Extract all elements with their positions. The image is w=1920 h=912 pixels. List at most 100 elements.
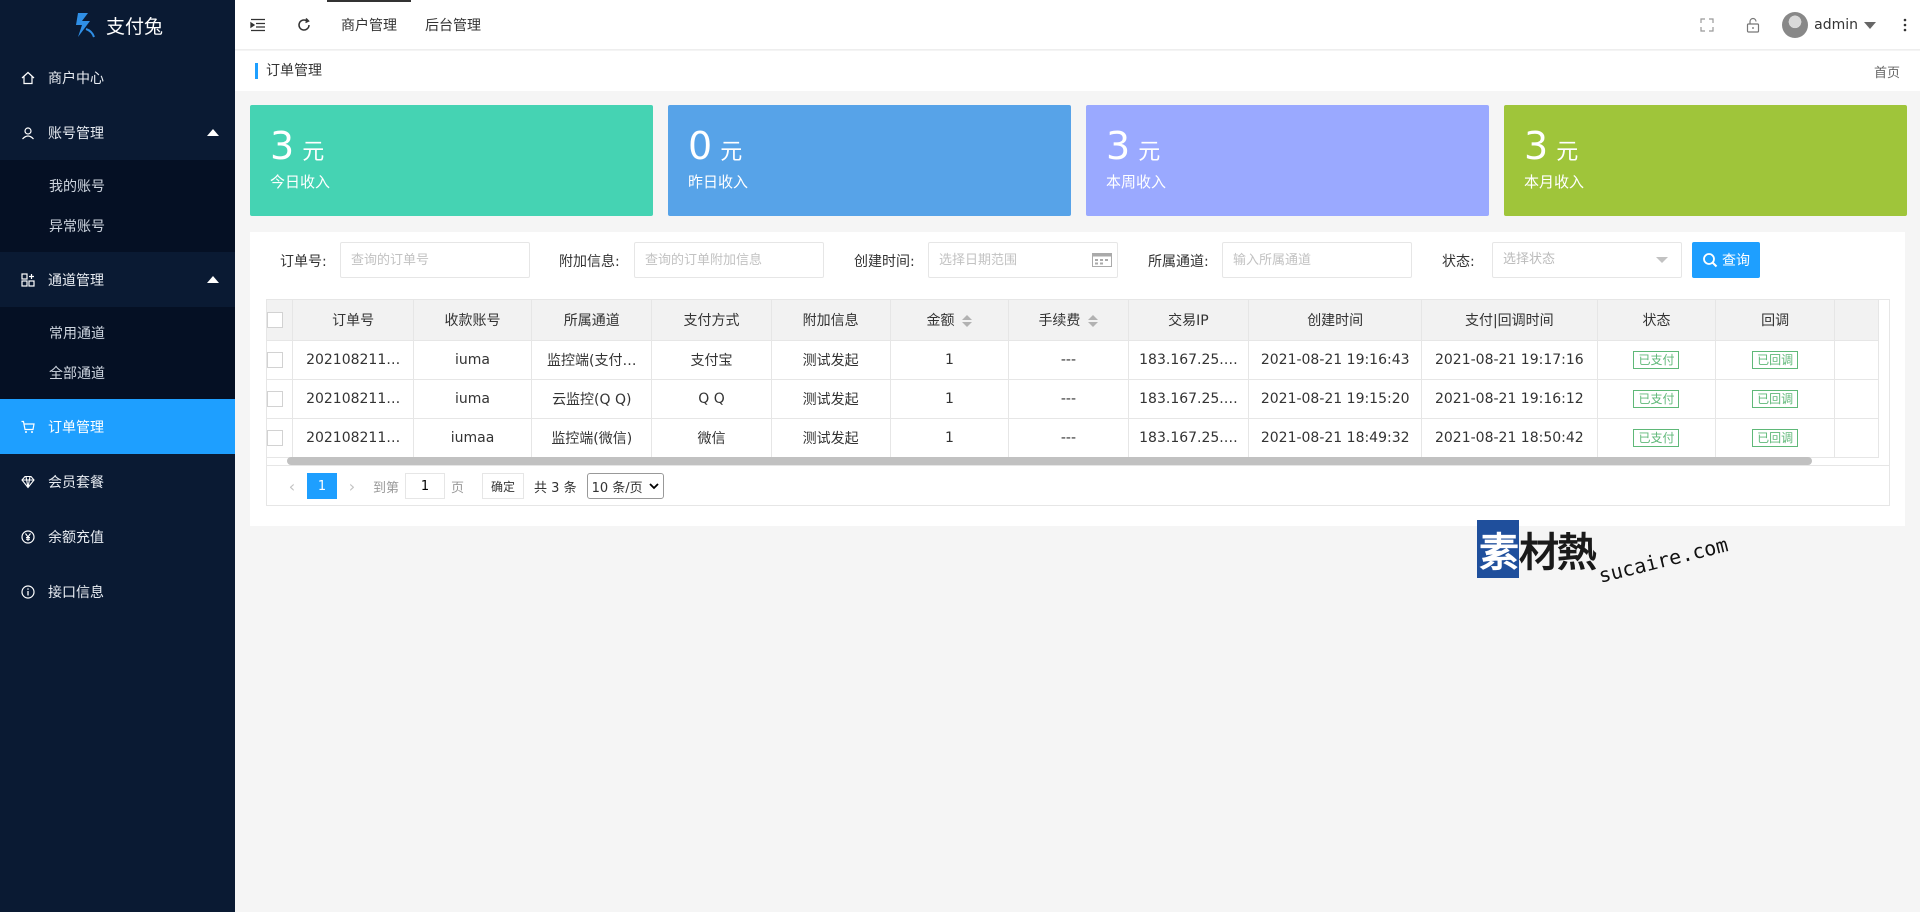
sidebar-item-recharge[interactable]: 余额充值 — [0, 509, 235, 564]
app-logo[interactable]: 支付兔 — [0, 0, 235, 50]
cell-ip: 183.167.25.… — [1128, 340, 1250, 380]
home-link[interactable]: 首页 — [1874, 62, 1900, 81]
sort-icon[interactable] — [962, 314, 973, 327]
user-menu[interactable]: admin — [1776, 0, 1890, 50]
horizontal-scrollbar[interactable] — [287, 457, 1812, 465]
sidebar-item-order-management[interactable]: 订单管理 — [0, 399, 235, 454]
column-header-amount[interactable]: 金额 — [890, 300, 1010, 341]
cell-status: 已支付 — [1597, 379, 1717, 419]
cell-spacer — [1834, 379, 1879, 419]
stat-label: 今日收入 — [270, 173, 331, 191]
sidebar-item-label: 订单管理 — [48, 419, 104, 436]
fullscreen-button[interactable] — [1684, 0, 1730, 50]
status-select[interactable]: 选择状态 — [1492, 242, 1682, 278]
cell-order-no: 202108211… — [292, 379, 414, 419]
next-page-icon[interactable]: › — [337, 473, 367, 499]
created-time-label: 创建时间: — [854, 254, 915, 270]
row-select-cell[interactable] — [267, 340, 294, 380]
chevron-down-icon — [1656, 257, 1668, 263]
cell-account: iuma — [413, 340, 533, 380]
stat-card-week: 3元 本周收入 — [1086, 105, 1489, 216]
goto-page-input[interactable] — [405, 473, 446, 499]
search-button-label: 查询 — [1722, 253, 1750, 269]
extra-info-input[interactable] — [634, 242, 824, 278]
table-row[interactable]: 202108211… iuma 云监控(Q Q) Q Q 测试发起 1 --- … — [267, 379, 1879, 419]
stat-card-yesterday: 0元 昨日收入 — [668, 105, 1071, 216]
tab-backend-management[interactable]: 后台管理 — [411, 0, 495, 50]
user-icon — [20, 125, 36, 141]
cell-status: 已支付 — [1597, 418, 1717, 458]
cell-method: 支付宝 — [651, 340, 772, 380]
cell-order-no: 202108211… — [292, 340, 414, 380]
sidebar: 支付兔 商户中心 账号管理 我的账号 异常账号 通道管理 常用通道 全部通道 订… — [0, 0, 235, 912]
status-label: 状态: — [1442, 254, 1475, 270]
select-all-cell[interactable] — [267, 300, 294, 341]
sidebar-item-all-channels[interactable]: 全部通道 — [0, 353, 235, 393]
goto-confirm-button[interactable]: 确定 — [482, 473, 525, 499]
more-menu-button[interactable] — [1890, 0, 1920, 50]
cell-fee: --- — [1008, 418, 1129, 458]
page-current[interactable]: 1 — [307, 473, 337, 499]
row-checkbox[interactable] — [267, 390, 283, 407]
orders-panel: 订单号: 附加信息: 创建时间: 所属通道: 状态: 选择状态 查询 — [250, 232, 1905, 526]
stat-label: 本月收入 — [1524, 173, 1585, 191]
cell-status: 已支付 — [1597, 340, 1717, 380]
stat-card-month: 3元 本月收入 — [1504, 105, 1907, 216]
row-select-cell[interactable] — [267, 418, 294, 458]
sidebar-item-label: 商户中心 — [48, 70, 104, 87]
select-all-checkbox[interactable] — [267, 311, 283, 328]
tab-merchant-management[interactable]: 商户管理 — [327, 0, 411, 50]
channel-label: 所属通道: — [1148, 254, 1209, 270]
refresh-button[interactable] — [281, 0, 327, 50]
sidebar-item-merchant-center[interactable]: 商户中心 — [0, 50, 235, 105]
cell-method: Q Q — [651, 379, 772, 419]
date-range-input[interactable] — [928, 242, 1118, 278]
sidebar-item-membership[interactable]: 会员套餐 — [0, 454, 235, 509]
row-checkbox[interactable] — [267, 429, 283, 446]
page-suffix: 页 — [451, 480, 465, 496]
channel-input[interactable] — [1222, 242, 1412, 278]
sidebar-item-label: 通道管理 — [48, 272, 104, 289]
sidebar-item-my-account[interactable]: 我的账号 — [0, 166, 235, 206]
sort-icon[interactable] — [1088, 314, 1099, 327]
cell-channel: 监控端(支付… — [531, 340, 653, 380]
sidebar-item-label: 账号管理 — [48, 125, 104, 142]
stat-unit: 元 — [1138, 140, 1161, 165]
cell-created: 2021-08-21 18:49:32 — [1248, 418, 1423, 458]
collapse-sidebar-button[interactable] — [235, 0, 281, 50]
page-size-select[interactable]: 10 条/页 — [586, 473, 664, 499]
breadcrumb-current: 订单管理 — [255, 63, 322, 79]
lock-screen-button[interactable] — [1730, 0, 1776, 50]
column-header-fee[interactable]: 手续费 — [1008, 300, 1129, 341]
order-no-input[interactable] — [340, 242, 530, 278]
header-right: admin — [1684, 0, 1920, 50]
table-row[interactable]: 202108211… iuma 监控端(支付… 支付宝 测试发起 1 --- 1… — [267, 340, 1879, 380]
table-row[interactable]: 202108211… iumaa 监控端(微信) 微信 测试发起 1 --- 1… — [267, 418, 1879, 458]
cell-order-no: 202108211… — [292, 418, 414, 458]
extra-info-label: 附加信息: — [559, 254, 620, 270]
row-checkbox[interactable] — [267, 351, 283, 368]
sidebar-item-account-management[interactable]: 账号管理 — [0, 105, 235, 160]
stat-unit: 元 — [720, 140, 743, 165]
status-select-placeholder: 选择状态 — [1503, 252, 1556, 267]
row-select-cell[interactable] — [267, 379, 294, 419]
sidebar-item-abnormal-account[interactable]: 异常账号 — [0, 206, 235, 246]
prev-page-icon[interactable]: ‹ — [277, 473, 307, 499]
top-header: 商户管理 后台管理 admin — [235, 0, 1920, 50]
sidebar-item-channel-management[interactable]: 通道管理 — [0, 252, 235, 307]
cell-amount: 1 — [890, 340, 1010, 380]
breadcrumb: 订单管理 首页 — [235, 51, 1920, 91]
cell-amount: 1 — [890, 418, 1010, 458]
status-badge: 已支付 — [1633, 389, 1680, 408]
search-icon — [1703, 253, 1718, 268]
column-header: 支付|回调时间 — [1421, 300, 1598, 341]
sidebar-item-common-channels[interactable]: 常用通道 — [0, 313, 235, 353]
column-header: 收款账号 — [413, 300, 533, 341]
column-header: 创建时间 — [1248, 300, 1423, 341]
column-header: 订单号 — [292, 300, 414, 341]
yen-icon — [20, 529, 36, 545]
cell-callback: 已回调 — [1715, 418, 1835, 458]
sidebar-item-api-info[interactable]: 接口信息 — [0, 564, 235, 619]
cell-paid: 2021-08-21 18:50:42 — [1421, 418, 1598, 458]
search-button[interactable]: 查询 — [1692, 242, 1760, 278]
